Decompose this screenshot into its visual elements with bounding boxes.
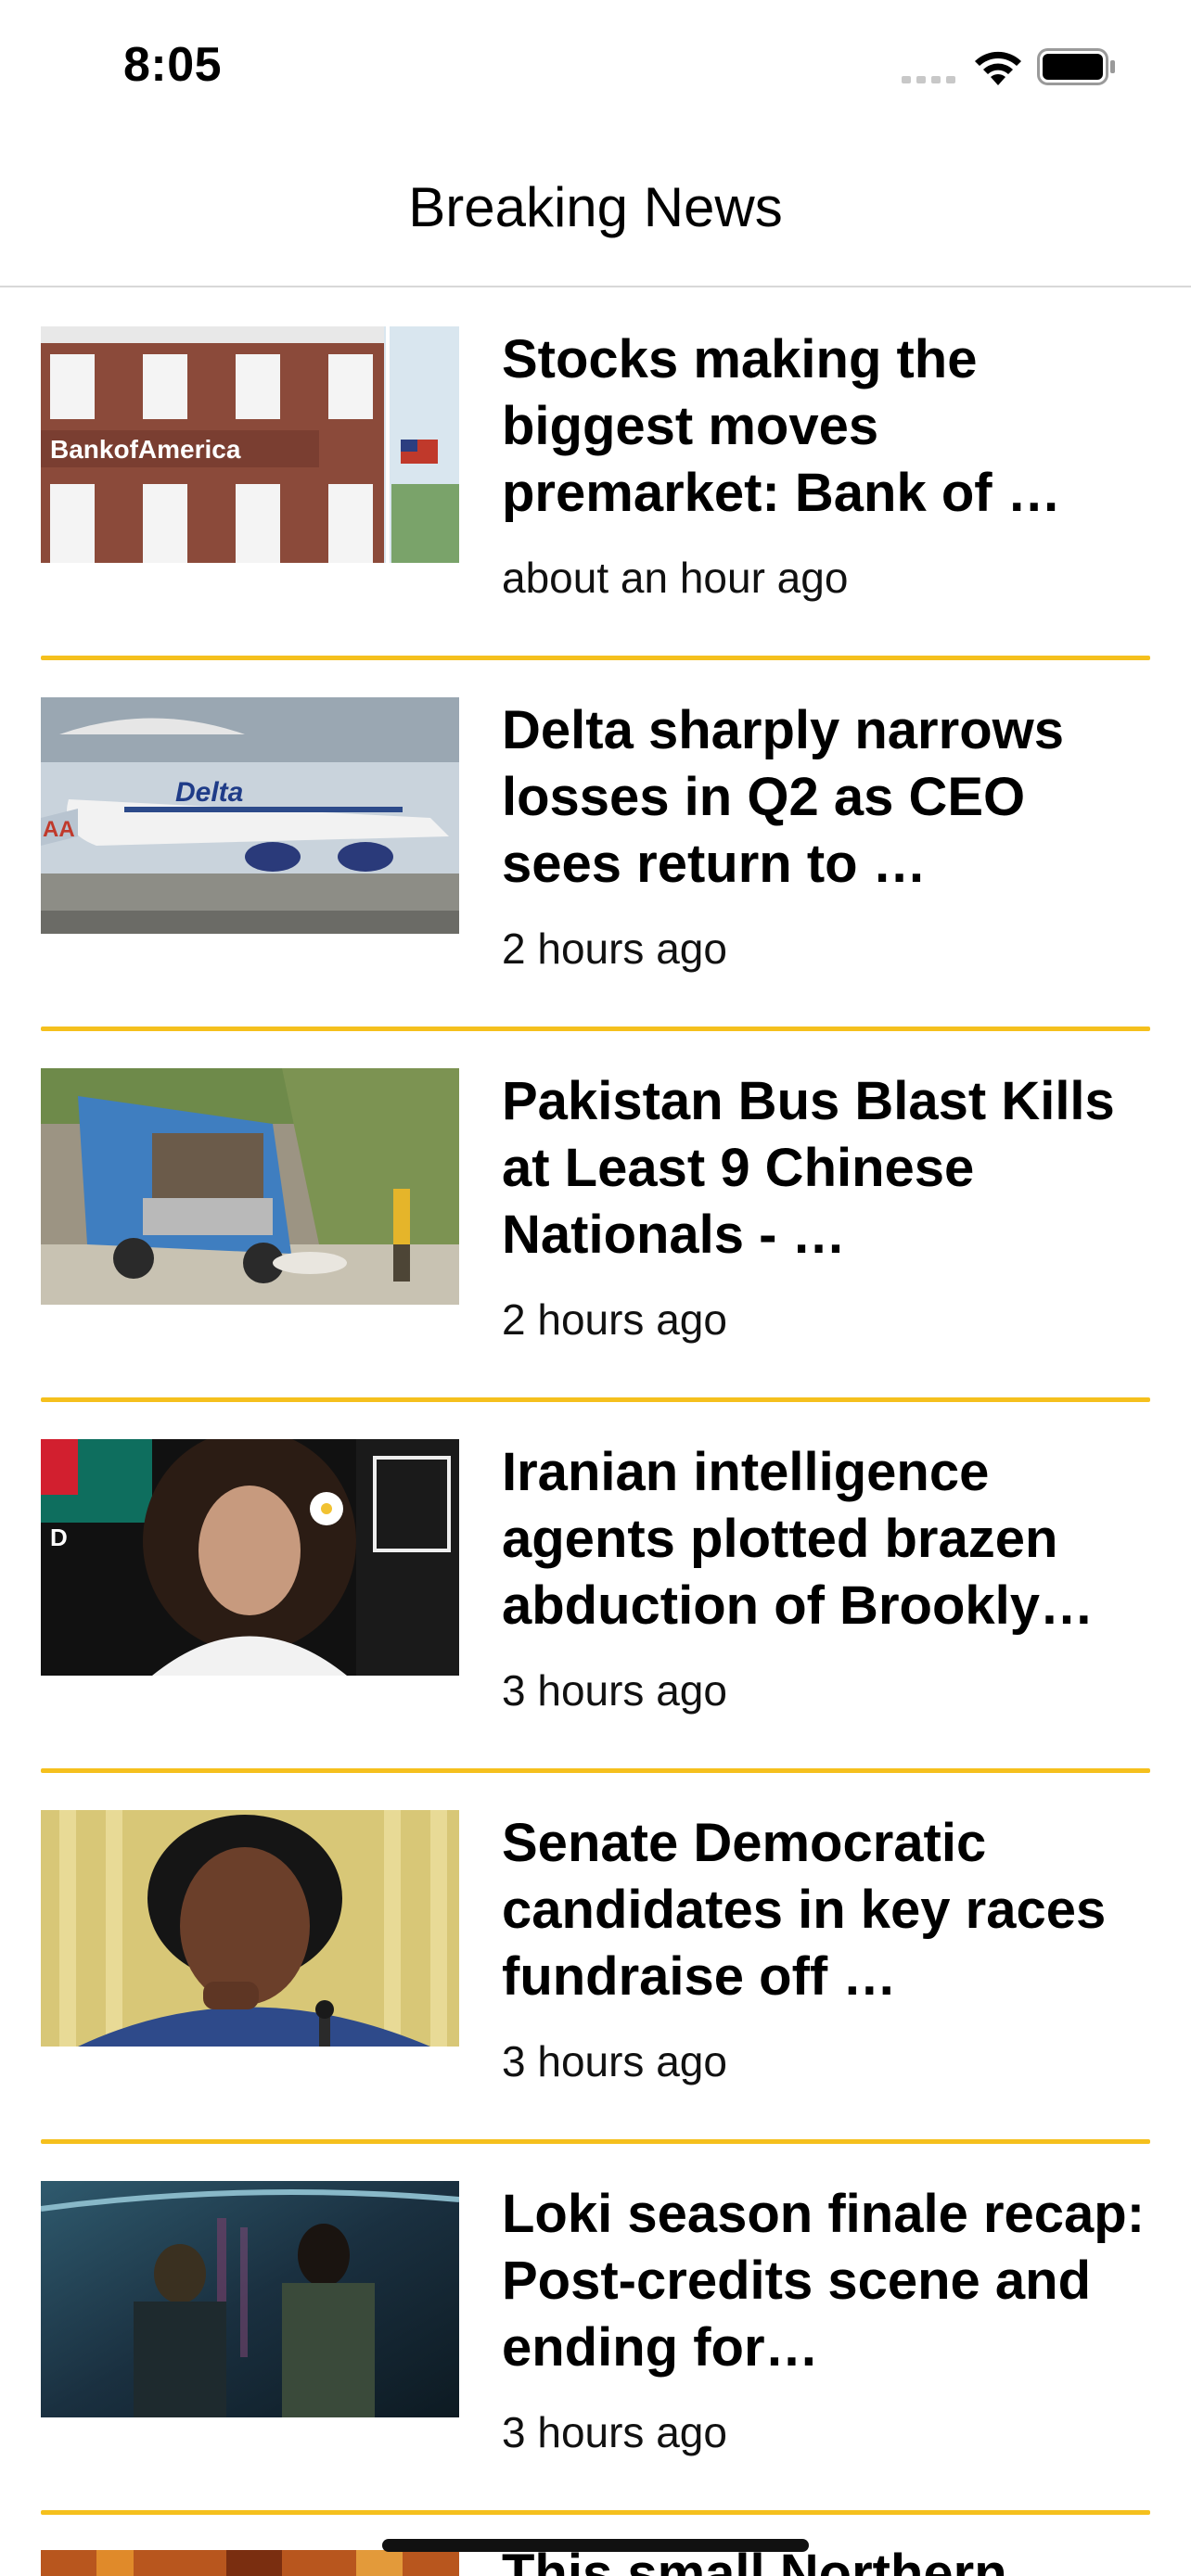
article-headline[interactable]: Senate Democratic candidates in key race… [502,1810,1150,2010]
article-timestamp: 3 hours ago [502,2037,727,2085]
svg-text:AA: AA [43,817,75,842]
svg-text:BankofAmerica: BankofAmerica [50,435,241,464]
battery-icon [1037,48,1115,85]
article-timestamp: 3 hours ago [502,1666,727,1715]
news-list-item[interactable]: BankofAmerica Stocks making the biggest … [41,289,1150,660]
senator-portrait-image [41,1810,459,2047]
bank-building-image: BankofAmerica [41,326,459,563]
article-headline[interactable]: Iranian intelligence agents plotted braz… [502,1439,1150,1639]
wifi-icon [975,51,1021,85]
svg-text:D: D [50,1524,68,1551]
home-indicator[interactable] [382,2539,809,2552]
news-list-item[interactable]: Senate Democratic candidates in key race… [41,1773,1150,2144]
signal-icon [902,76,955,83]
damaged-truck-image [41,1068,459,1305]
news-list-item[interactable]: Loki season finale recap: Post-credits s… [41,2144,1150,2515]
svg-text:Delta: Delta [175,777,243,808]
article-timestamp: about an hour ago [502,554,849,602]
article-timestamp: 2 hours ago [502,1295,727,1344]
divider [41,2510,1150,2515]
article-headline[interactable]: Pakistan Bus Blast Kills at Least 9 Chin… [502,1068,1150,1269]
article-timestamp: 2 hours ago [502,925,727,973]
article-headline[interactable]: Delta sharply narrows losses in Q2 as CE… [502,697,1150,898]
wildfire-image [41,2550,459,2576]
article-timestamp: 3 hours ago [502,2408,727,2456]
article-headline[interactable]: Stocks making the biggest moves premarke… [502,326,1150,527]
woman-portrait-image: D [41,1439,459,1676]
article-headline[interactable]: Loki season finale recap: Post-credits s… [502,2181,1150,2381]
airplane-image: Delta AA [41,697,459,934]
status-bar: 8:05 [0,0,1191,134]
status-time: 8:05 [123,38,223,92]
tv-scene-image [41,2181,459,2417]
news-list-item[interactable]: Pakistan Bus Blast Kills at Least 9 Chin… [41,1031,1150,1402]
page-title: Breaking News [408,176,783,238]
news-list-item[interactable]: D Iranian intelligence agents plotted br… [41,1402,1150,1773]
news-list-item[interactable]: Delta AA Delta sharply narrows losses in… [41,660,1150,1031]
navigation-bar: Breaking News [0,134,1191,287]
